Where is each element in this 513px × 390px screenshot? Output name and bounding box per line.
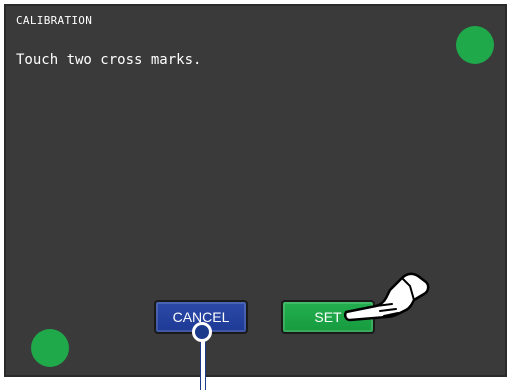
instruction-message: Touch two cross marks. bbox=[16, 52, 202, 68]
calibration-mark-bottom-left[interactable] bbox=[31, 329, 69, 367]
calibration-mark-top-right[interactable] bbox=[456, 26, 494, 64]
pointing-hand-icon bbox=[343, 272, 430, 322]
touch-pointer-icon bbox=[192, 322, 212, 342]
calibration-screen: CALIBRATION Touch two cross marks. CANCE… bbox=[4, 4, 507, 377]
screen-title: CALIBRATION bbox=[16, 14, 93, 27]
